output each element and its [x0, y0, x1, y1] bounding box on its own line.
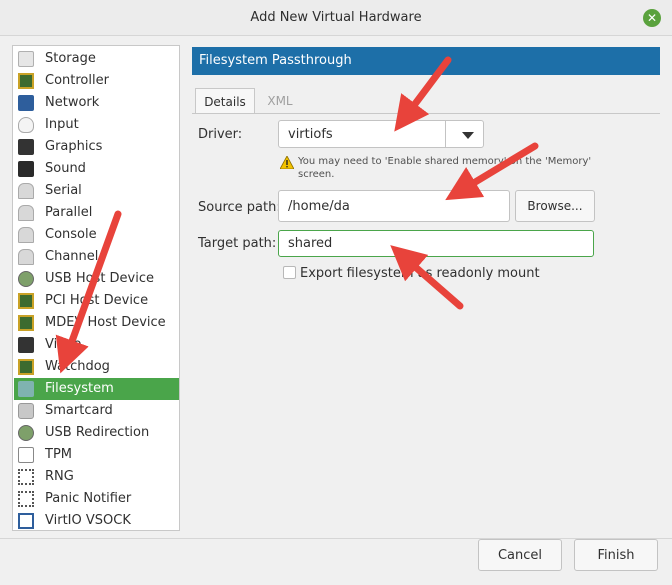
sidebar-item-label: Smartcard — [45, 403, 113, 418]
readonly-checkbox[interactable] — [283, 266, 296, 279]
driver-value: virtiofs — [288, 127, 333, 142]
sidebar-item-label: MDEV Host Device — [45, 315, 166, 330]
storage-icon — [18, 51, 34, 67]
vsock-icon — [18, 513, 34, 529]
sidebar-item-pci-host-device[interactable]: PCI Host Device — [14, 290, 179, 312]
sidebar-item-label: USB Host Device — [45, 271, 155, 286]
sidebar-item-network[interactable]: Network — [14, 92, 179, 114]
parallel-icon — [18, 205, 34, 221]
sidebar-item-mdev-host-device[interactable]: MDEV Host Device — [14, 312, 179, 334]
chevron-down-icon[interactable] — [462, 132, 474, 139]
footer-divider — [0, 538, 672, 539]
smartcard-icon — [18, 403, 34, 419]
sidebar-item-graphics[interactable]: Graphics — [14, 136, 179, 158]
sidebar-item-parallel[interactable]: Parallel — [14, 202, 179, 224]
browse-button[interactable]: Browse... — [515, 190, 595, 222]
watchdog-icon — [18, 359, 34, 375]
serial-icon — [18, 183, 34, 199]
source-path-label: Source path: — [198, 200, 281, 215]
window-title: Add New Virtual Hardware — [250, 10, 422, 25]
sidebar-item-console[interactable]: Console — [14, 224, 179, 246]
tab-xml[interactable]: XML — [257, 88, 303, 114]
sidebar-item-label: Sound — [45, 161, 86, 176]
sidebar-item-label: Video — [45, 337, 82, 352]
channel-icon — [18, 249, 34, 265]
sidebar-item-label: Console — [45, 227, 97, 242]
sidebar-item-watchdog[interactable]: Watchdog — [14, 356, 179, 378]
source-path-input[interactable]: /home/da — [278, 190, 510, 222]
sidebar-item-label: Watchdog — [45, 359, 110, 374]
shared-memory-warning: You may need to 'Enable shared memory' o… — [298, 156, 592, 180]
sidebar-item-usb-host-device[interactable]: USB Host Device — [14, 268, 179, 290]
mdev-icon — [18, 315, 34, 331]
driver-dropdown[interactable]: virtiofs — [278, 120, 484, 148]
panic-notifier-icon — [18, 491, 34, 507]
target-path-input[interactable]: shared — [278, 230, 594, 257]
tab-details[interactable]: Details — [195, 88, 255, 114]
sidebar-item-label: TPM — [45, 447, 72, 462]
pci-icon — [18, 293, 34, 309]
sidebar-item-label: Controller — [45, 73, 109, 88]
hardware-list: Storage Controller Network Input Graphics Sou… — [12, 45, 180, 531]
sidebar-item-smartcard[interactable]: Smartcard — [14, 400, 179, 422]
sidebar-item-rng[interactable]: RNG — [14, 466, 179, 488]
finish-button[interactable]: Finish — [574, 539, 658, 571]
sidebar-item-label: PCI Host Device — [45, 293, 149, 308]
sound-icon — [18, 161, 34, 177]
sidebar-item-label: Panic Notifier — [45, 491, 132, 506]
mouse-icon — [18, 117, 34, 133]
sidebar-item-label: VirtIO VSOCK — [45, 513, 131, 528]
folder-icon — [18, 381, 34, 397]
monitor-icon — [18, 139, 34, 155]
rng-icon — [18, 469, 34, 485]
sidebar-item-label: Channel — [45, 249, 99, 264]
network-icon — [18, 95, 34, 111]
video-icon — [18, 337, 34, 353]
section-banner: Filesystem Passthrough — [192, 47, 660, 75]
sidebar-item-label: Input — [45, 117, 79, 132]
sidebar-item-virtio-vsock[interactable]: VirtIO VSOCK — [14, 510, 179, 532]
cancel-button[interactable]: Cancel — [478, 539, 562, 571]
sidebar-item-serial[interactable]: Serial — [14, 180, 179, 202]
sidebar-item-storage[interactable]: Storage — [14, 48, 179, 70]
dropdown-divider — [445, 121, 446, 147]
usb-icon — [18, 271, 34, 287]
close-icon: ✕ — [646, 11, 658, 25]
sidebar-item-usb-redirection[interactable]: USB Redirection — [14, 422, 179, 444]
tpm-icon — [18, 447, 34, 463]
sidebar-item-panic-notifier[interactable]: Panic Notifier — [14, 488, 179, 510]
sidebar-item-tpm[interactable]: TPM — [14, 444, 179, 466]
sidebar-item-filesystem[interactable]: Filesystem — [14, 378, 179, 400]
sidebar-item-label: Parallel — [45, 205, 93, 220]
warning-icon — [280, 156, 294, 169]
usb-redirection-icon — [18, 425, 34, 441]
sidebar-item-label: Filesystem — [45, 381, 114, 396]
readonly-checkbox-label[interactable]: Export filesystem as readonly mount — [300, 266, 540, 281]
sidebar-item-controller[interactable]: Controller — [14, 70, 179, 92]
sidebar-item-label: Serial — [45, 183, 82, 198]
sidebar-item-video[interactable]: Video — [14, 334, 179, 356]
sidebar-item-label: Storage — [45, 51, 96, 66]
close-button[interactable]: ✕ — [643, 9, 661, 27]
sidebar-item-label: Network — [45, 95, 100, 110]
sidebar-item-label: RNG — [45, 469, 74, 484]
console-icon — [18, 227, 34, 243]
driver-label: Driver: — [198, 127, 243, 142]
sidebar-item-label: USB Redirection — [45, 425, 150, 440]
controller-icon — [18, 73, 34, 89]
sidebar-item-label: Graphics — [45, 139, 103, 154]
title-bar: Add New Virtual Hardware ✕ — [0, 0, 672, 36]
target-path-label: Target path: — [198, 236, 277, 251]
sidebar-item-input[interactable]: Input — [14, 114, 179, 136]
sidebar-item-sound[interactable]: Sound — [14, 158, 179, 180]
sidebar-item-channel[interactable]: Channel — [14, 246, 179, 268]
